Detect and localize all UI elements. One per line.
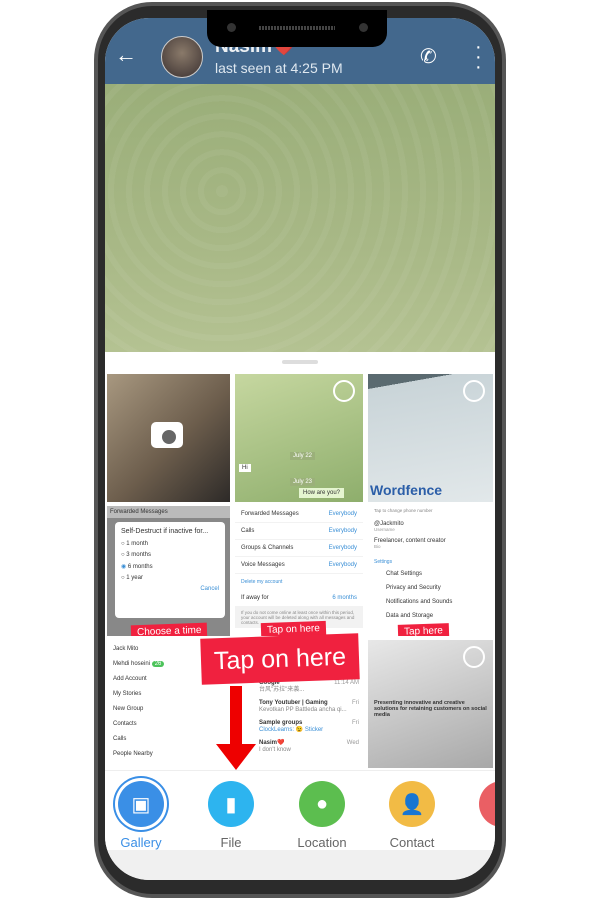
last-seen-status: last seen at 4:25 PM xyxy=(215,60,343,76)
notch xyxy=(207,10,387,47)
gallery-photo[interactable]: Forwarded Messages Everybody Calls Everybo… xyxy=(235,506,363,636)
arrow-left-icon[interactable]: ← xyxy=(115,42,137,68)
date-chip: July 23 xyxy=(290,478,316,486)
gallery-photo[interactable]: Presenting innovative and creative solut… xyxy=(368,640,493,768)
message-bubble: How are you? xyxy=(299,488,345,498)
select-circle[interactable] xyxy=(463,380,485,402)
image-icon: ▣ xyxy=(118,781,164,827)
gallery-photo[interactable]: Wordfence xyxy=(368,374,493,502)
annotation-tag: Tap here xyxy=(397,623,450,636)
music-icon xyxy=(479,781,495,827)
gallery-button[interactable]: ▣ Gallery xyxy=(105,781,181,850)
option: ○ 3 months xyxy=(121,552,151,558)
camera-icon xyxy=(151,422,183,448)
annotation-tag: Choose a time xyxy=(130,622,208,636)
avatar[interactable] xyxy=(161,36,203,78)
music-button[interactable]: M xyxy=(462,781,495,850)
file-icon: ▮ xyxy=(208,781,254,827)
gallery-photo[interactable]: Tap to change phone number @Jackmito Use… xyxy=(368,506,493,636)
wordfence-logo: Wordfence xyxy=(370,482,443,498)
location-button[interactable]: ● Location xyxy=(282,781,362,850)
person-icon: 👤 xyxy=(389,781,435,827)
arrow-down-icon xyxy=(230,686,242,752)
attachment-sheet: Hi July 22 July 23 How are you? Wordfenc… xyxy=(105,352,495,770)
file-button[interactable]: ▮ File xyxy=(191,781,271,850)
location-pin-icon: ● xyxy=(299,781,345,827)
arrow-head xyxy=(216,744,256,770)
option: ○ 1 month xyxy=(121,541,148,547)
system-nav-bar xyxy=(105,850,495,880)
cancel-text: Cancel xyxy=(200,586,219,592)
self-destruct-dialog: Self-Destruct if inactive for... ○ 1 mon… xyxy=(115,522,225,618)
date-chip: July 22 xyxy=(290,452,316,460)
gallery-photo[interactable]: Hi July 22 July 23 How are you? xyxy=(235,374,363,502)
select-circle[interactable] xyxy=(333,380,355,402)
attachment-bar: ▣ Gallery ▮ File ● Location 👤 Contact M xyxy=(105,770,495,850)
more-vertical-icon[interactable]: · · · xyxy=(475,37,483,77)
contact-button[interactable]: 👤 Contact xyxy=(372,781,452,850)
screenshot-text: Forwarded Messages xyxy=(107,506,230,518)
phone-icon[interactable]: ✆ xyxy=(420,44,437,69)
gallery-photo[interactable]: Forwarded Messages Self-Destruct if inac… xyxy=(107,506,230,636)
dialog-title: Self-Destruct if inactive for... xyxy=(121,528,209,535)
section-title: Delete my account xyxy=(241,579,283,585)
camera-cell[interactable] xyxy=(107,374,230,502)
message-bubble: Hi xyxy=(239,464,251,472)
chat-wallpaper xyxy=(105,84,495,352)
sheet-handle[interactable] xyxy=(282,360,318,364)
option-selected: ◉ 6 months xyxy=(121,564,153,570)
select-circle[interactable] xyxy=(463,646,485,668)
screen: ← Nasim❤️ last seen at 4:25 PM ✆ ··· Hi … xyxy=(105,18,495,880)
tap-here-annotation: Tap on here xyxy=(200,633,360,685)
option: ○ 1 year xyxy=(121,575,143,581)
